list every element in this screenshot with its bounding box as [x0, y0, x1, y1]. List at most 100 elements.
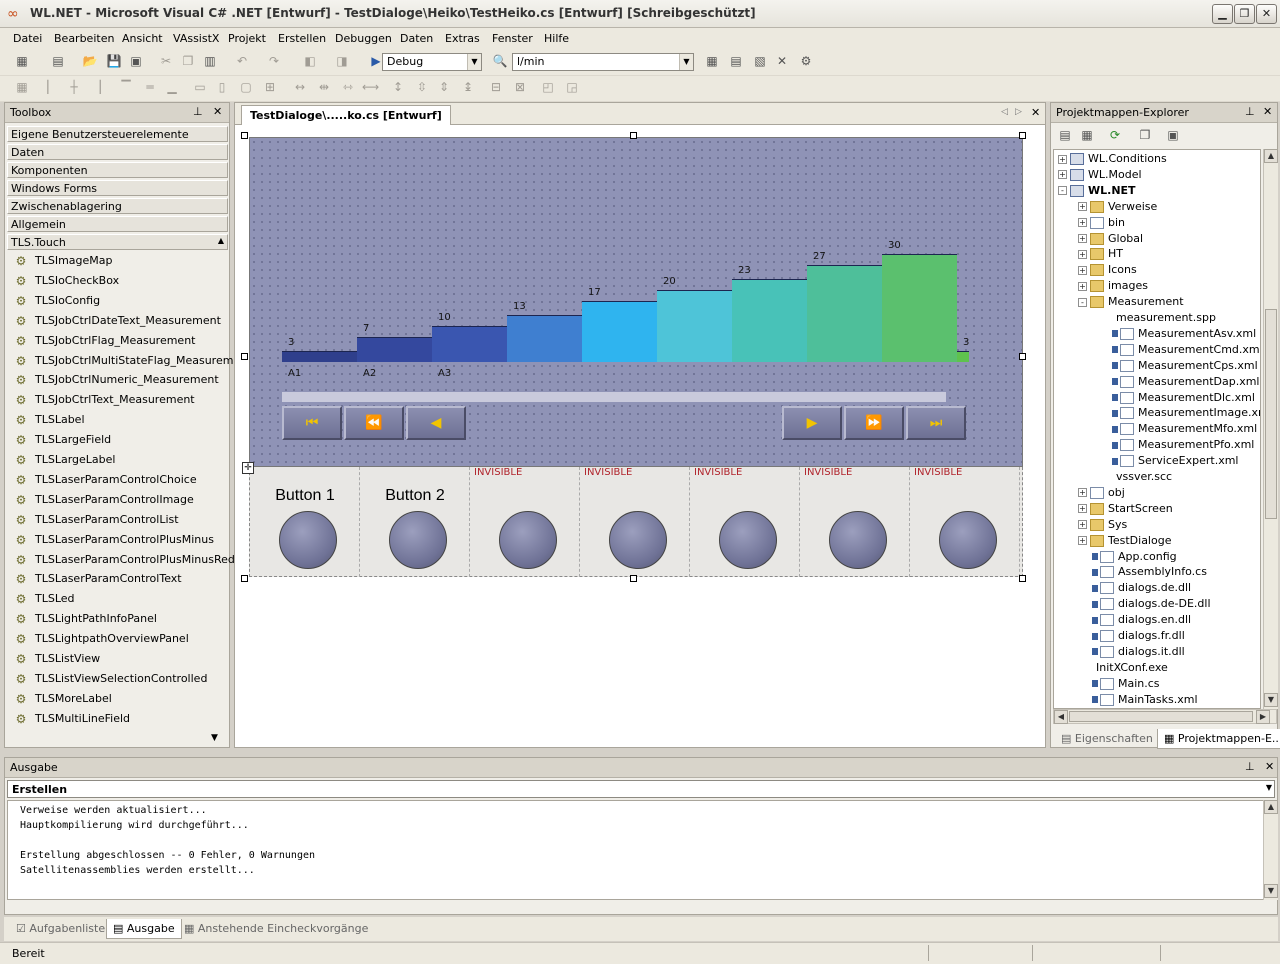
toolbox-item[interactable]: ⚙ TLSLargeLabel [13, 453, 116, 472]
last-icon[interactable]: ⏭ [906, 406, 966, 440]
expand-icon[interactable]: + [1078, 202, 1087, 212]
tree-node[interactable]: dialogs.it.dll [1078, 644, 1185, 660]
tree-node[interactable]: - Measurement [1078, 294, 1184, 310]
find-icon[interactable]: 🔍 [492, 53, 508, 69]
configuration-select[interactable]: Debug ▼ [382, 53, 482, 71]
toolbox-item[interactable]: ⚙ TLSJobCtrlText_Measurement [13, 393, 195, 412]
tree-node[interactable]: + HT [1078, 246, 1123, 262]
toolbox-item[interactable]: ⚙ TLSLaserParamControlChoice [13, 473, 197, 492]
chevron-up-icon[interactable]: ▲ [218, 236, 224, 245]
next-icon[interactable]: ▶ [782, 406, 842, 440]
toolbox-item[interactable]: ⚙ TLSImageMap [13, 254, 113, 273]
close-icon[interactable]: ✕ [1265, 760, 1274, 773]
vertical-scrollbar[interactable]: ▲ ▼ [1263, 149, 1278, 709]
tab-ausgabe[interactable]: ▤ Ausgabe [106, 919, 182, 939]
chart-panel[interactable]: 3 7 10 13 17 20 23 27 30 3 A1 A2 A3 ⏮ ⏪ ◀ ▶ ⏩ ⏭ [249, 137, 1023, 467]
align-bottom-icon[interactable]: ▁ [164, 79, 180, 95]
toolbox-item[interactable]: ⚙ TLSJobCtrlFlag_Measurement [13, 334, 196, 353]
cut-icon[interactable]: ✂ [158, 53, 174, 69]
same-height-icon[interactable]: ▯ [214, 79, 230, 95]
round-button[interactable] [719, 511, 777, 569]
expand-icon[interactable]: + [1078, 265, 1087, 275]
chevron-down-icon[interactable]: ▼ [1266, 783, 1272, 792]
tree-node[interactable]: MeasurementCmd.xml [1098, 342, 1260, 358]
align-middle-icon[interactable]: ═ [142, 79, 158, 95]
first-icon[interactable]: ⏮ [282, 406, 342, 440]
save-icon[interactable]: 💾 [106, 53, 122, 69]
properties-icon[interactable]: ▣ [1165, 127, 1181, 143]
bring-front-icon[interactable]: ◰ [540, 79, 556, 95]
align-center-icon[interactable]: ┼ [66, 79, 82, 95]
toolbox-item[interactable]: ⚙ TLSLed [13, 592, 75, 611]
center-v-icon[interactable]: ⊠ [512, 79, 528, 95]
tree-node[interactable]: + Global [1078, 231, 1143, 247]
unit-select[interactable]: l/min ▼ [512, 53, 694, 71]
tree-node[interactable]: dialogs.de.dll [1078, 580, 1191, 596]
collapse-icon[interactable]: - [1058, 186, 1067, 196]
resize-handle[interactable] [1019, 575, 1026, 582]
round-button[interactable] [389, 511, 447, 569]
tree-node[interactable]: + obj [1078, 485, 1125, 501]
tools-icon[interactable]: ✕ [774, 53, 790, 69]
toolbox-category[interactable]: Eigene Benutzersteuerelemente [7, 126, 228, 142]
toolbox-category[interactable]: Allgemein [7, 216, 228, 232]
toolbox-category-active[interactable]: TLS.Touch ▲ [7, 234, 228, 250]
close-icon[interactable]: ✕ [1256, 4, 1277, 24]
toolbox-item[interactable]: ⚙ TLSListViewSelectionControlled [13, 672, 208, 691]
same-width-icon[interactable]: ▭ [192, 79, 208, 95]
scroll-right-icon[interactable]: ▶ [1256, 710, 1270, 724]
tree-node[interactable]: dialogs.de-DE.dll [1078, 596, 1211, 612]
v-spacing-icon[interactable]: ↕ [390, 79, 406, 95]
tree-node[interactable]: + Sys [1078, 517, 1127, 533]
maximize-icon[interactable]: ❐ [1234, 4, 1255, 24]
round-button[interactable] [609, 511, 667, 569]
toolbox-item[interactable]: ⚙ TLSLightpathOverviewPanel [13, 632, 189, 651]
minimize-icon[interactable]: ▁ [1212, 4, 1233, 24]
round-button[interactable] [279, 511, 337, 569]
tree-node[interactable]: MeasurementImage.xml [1098, 405, 1260, 421]
round-button[interactable] [499, 511, 557, 569]
tab-eigenschaften[interactable]: ▤ Eigenschaften [1055, 729, 1159, 749]
toolbox-item[interactable]: ⚙ TLSJobCtrlNumeric_Measurement [13, 373, 219, 392]
toolbox-category[interactable]: Komponenten [7, 162, 228, 178]
toolbox-item[interactable]: ⚙ TLSIoConfig [13, 294, 101, 313]
toolbox-item[interactable]: ⚙ TLSListView [13, 652, 101, 671]
menu-ansicht[interactable]: Ansicht [122, 32, 163, 45]
new-project-icon[interactable]: ▦ [14, 53, 30, 69]
show-all-files-icon[interactable]: ❐ [1137, 127, 1153, 143]
navigate-back-icon[interactable]: ◧ [302, 53, 318, 69]
expand-icon[interactable]: + [1078, 249, 1087, 259]
round-button[interactable] [829, 511, 887, 569]
menu-projekt[interactable]: Projekt [228, 32, 266, 45]
tab-projektmappen[interactable]: ▦ Projektmappen-E... [1157, 729, 1280, 749]
expand-icon[interactable]: + [1078, 281, 1087, 291]
toolbox-category[interactable]: Windows Forms [7, 180, 228, 196]
resize-handle[interactable] [1019, 132, 1026, 139]
rewind-icon[interactable]: ⏪ [344, 406, 404, 440]
toolbox-item[interactable]: ⚙ TLSIoCheckBox [13, 274, 119, 293]
toolbox-item[interactable]: ⚙ TLSLargeField [13, 433, 112, 452]
v-increase-icon[interactable]: ⇳ [414, 79, 430, 95]
expand-icon[interactable]: + [1078, 234, 1087, 243]
expand-icon[interactable]: + [1078, 536, 1087, 546]
redo-icon[interactable]: ↷ [266, 53, 282, 69]
pin-icon[interactable]: ⊥ [1245, 760, 1255, 773]
resize-handle[interactable] [630, 132, 637, 139]
tree-node[interactable]: dialogs.en.dll [1078, 612, 1191, 628]
toolbox-item[interactable]: ⚙ TLSJobCtrlMultiStateFlag_Measurement [13, 354, 252, 373]
h-remove-icon[interactable]: ⟷ [362, 79, 379, 95]
chevron-down-icon[interactable]: ▼ [467, 54, 481, 70]
view-code-icon[interactable]: ▤ [1057, 127, 1073, 143]
tab-right-icon[interactable]: ▷ [1015, 107, 1022, 117]
output-scrollbar[interactable]: ▲ ▼ [1263, 800, 1278, 900]
tree-node[interactable]: + Icons [1078, 262, 1137, 278]
chevron-down-icon[interactable]: ▼ [679, 54, 693, 70]
tree-node[interactable]: + TestDialoge [1078, 533, 1171, 549]
add-item-icon[interactable]: ▤ [50, 53, 66, 69]
toolbox-item[interactable]: ⚙ TLSLaserParamControlText [13, 572, 182, 591]
scroll-down-icon[interactable]: ▼ [1264, 693, 1278, 707]
toolbox-item[interactable]: ⚙ TLSLaserParamControlImage [13, 493, 194, 512]
scroll-left-icon[interactable]: ◀ [1054, 710, 1068, 724]
design-form[interactable]: 3 7 10 13 17 20 23 27 30 3 A1 A2 A3 ⏮ ⏪ ◀ ▶ ⏩ ⏭ Butt… [242, 137, 1023, 577]
tree-node[interactable]: + WL.Model [1058, 167, 1142, 183]
